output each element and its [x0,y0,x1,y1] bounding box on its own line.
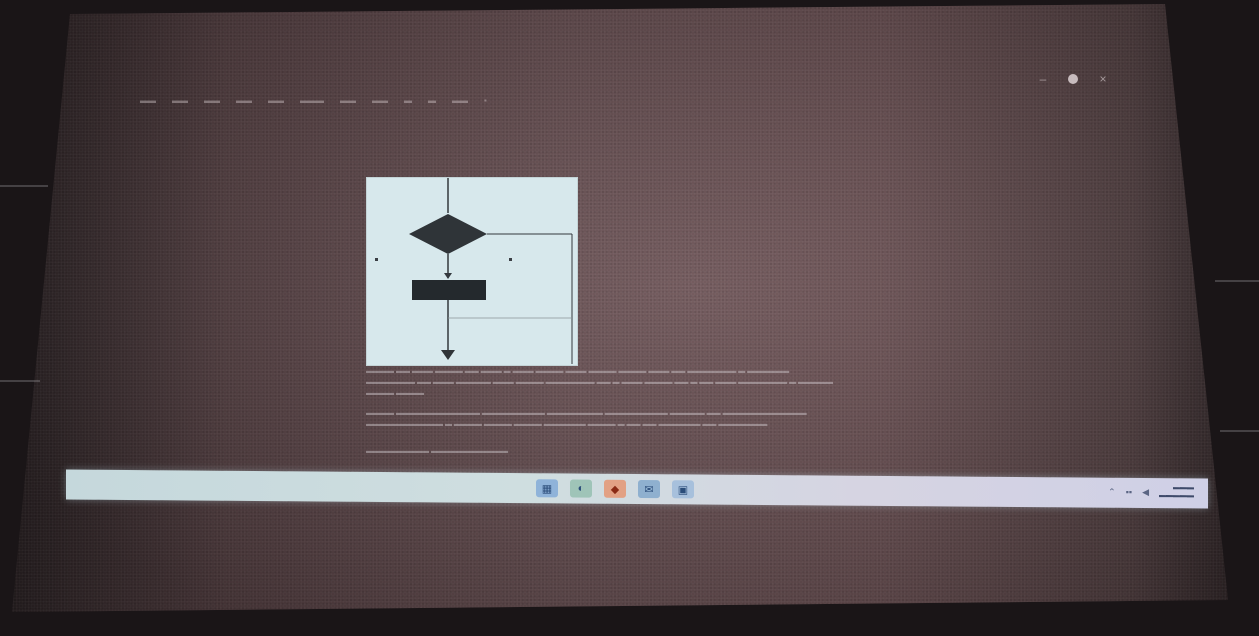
tab-5[interactable]: ▬▬ [268,96,284,105]
text-line: ▬▬▬▬ ▬▬▬▬ [366,390,424,397]
photographed-screen: – × ▬▬ ▬▬ ▬▬ ▬▬ ▬▬ ▬▬▬ ▬▬ ▬▬ ▬ ▬ ▬▬ ▪ ▬▬… [12,4,1228,612]
close-icon[interactable]: × [1096,72,1110,86]
right-branch-bullet [509,258,512,261]
tab-10[interactable]: ▬ [428,96,436,105]
tab-3[interactable]: ▬▬ [204,96,220,105]
tab-8[interactable]: ▬▬ [372,96,388,105]
process-box [412,280,486,300]
glare-streak [0,185,48,187]
tab-11[interactable]: ▬▬ [452,96,468,105]
tab-2[interactable]: ▬▬ [172,96,188,105]
text-line: ▬▬▬▬▬▬▬▬▬▬▬ ▬ ▬▬▬▬ ▬▬▬▬ ▬▬▬▬ ▬▬▬▬▬▬ ▬▬▬▬… [366,421,768,428]
ribbon-tabs: ▬▬ ▬▬ ▬▬ ▬▬ ▬▬ ▬▬▬ ▬▬ ▬▬ ▬ ▬ ▬▬ ▪ [140,96,487,105]
decision-diamond [409,214,487,254]
file-explorer-icon[interactable]: ▦ [536,479,558,498]
restore-icon[interactable] [1068,74,1078,84]
chevron-up-icon[interactable]: ⌃ [1108,486,1116,497]
body-paragraph-3: ▬▬▬▬▬▬▬▬▬ ▬▬▬▬▬▬▬▬▬▬▬ [366,446,866,457]
system-tray: ⌃ ▪▪ ◀ ▬▬▬ ▬▬▬▬▬ [1108,484,1194,501]
tab-9[interactable]: ▬ [404,96,412,105]
tab-6[interactable]: ▬▬▬ [300,96,324,105]
glare-streak [1215,280,1259,282]
tray-time: ▬▬▬ [1173,484,1194,492]
left-branch-bullet [375,258,378,261]
network-icon[interactable]: ▪▪ [1126,487,1132,497]
glare-streak [1220,430,1259,432]
tab-7[interactable]: ▬▬ [340,96,356,105]
edge-icon[interactable]: ◐ [570,479,592,498]
window-controls: – × [1036,72,1110,86]
window-titlebar: – × [90,70,1150,92]
tray-date: ▬▬▬▬▬ [1159,492,1194,500]
office-icon[interactable]: ◆ [604,479,626,498]
mail-icon[interactable]: ✉ [638,480,660,499]
flowchart-svg [375,178,573,364]
minimize-icon[interactable]: – [1036,72,1050,86]
document-figure-flowchart[interactable] [366,177,578,366]
tab-4[interactable]: ▬▬ [236,96,252,105]
taskbar-pinned-apps: ▦ ◐ ◆ ✉ ▣ [536,479,694,499]
body-paragraph-2: ▬▬▬▬ ▬▬▬▬▬▬▬▬▬▬▬▬ ▬▬▬▬▬▬▬▬▬ ▬▬▬▬▬▬▬▬ ▬▬▬… [366,408,866,430]
text-line: ▬▬▬▬ ▬▬▬▬▬▬▬▬▬▬▬▬ ▬▬▬▬▬▬▬▬▬ ▬▬▬▬▬▬▬▬ ▬▬▬… [366,410,807,417]
text-line: ▬▬▬▬ ▬▬ ▬▬▬ ▬▬▬▬ ▬▬ ▬▬▬ ▬ ▬▬▬ ▬▬▬▬ ▬▬▬ ▬… [366,368,790,375]
body-paragraph-1: ▬▬▬▬ ▬▬ ▬▬▬ ▬▬▬▬ ▬▬ ▬▬▬ ▬ ▬▬▬ ▬▬▬▬ ▬▬▬ ▬… [366,366,866,399]
glare-streak [0,380,40,382]
tab-12[interactable]: ▪ [484,96,487,105]
arrowhead-down-icon [444,273,452,279]
store-icon[interactable]: ▣ [672,480,694,499]
volume-icon[interactable]: ◀ [1142,486,1149,497]
text-line: ▬▬▬▬▬▬▬▬▬ ▬▬▬▬▬▬▬▬▬▬▬ [366,448,508,455]
end-arrow-icon [441,350,455,360]
tray-clock[interactable]: ▬▬▬ ▬▬▬▬▬ [1159,484,1194,500]
text-line: ▬▬▬▬▬▬▬ ▬▬ ▬▬▬ ▬▬▬▬▬ ▬▬▬ ▬▬▬▬ ▬▬▬▬▬▬▬ ▬▬… [366,379,834,386]
tab-1[interactable]: ▬▬ [140,96,156,105]
